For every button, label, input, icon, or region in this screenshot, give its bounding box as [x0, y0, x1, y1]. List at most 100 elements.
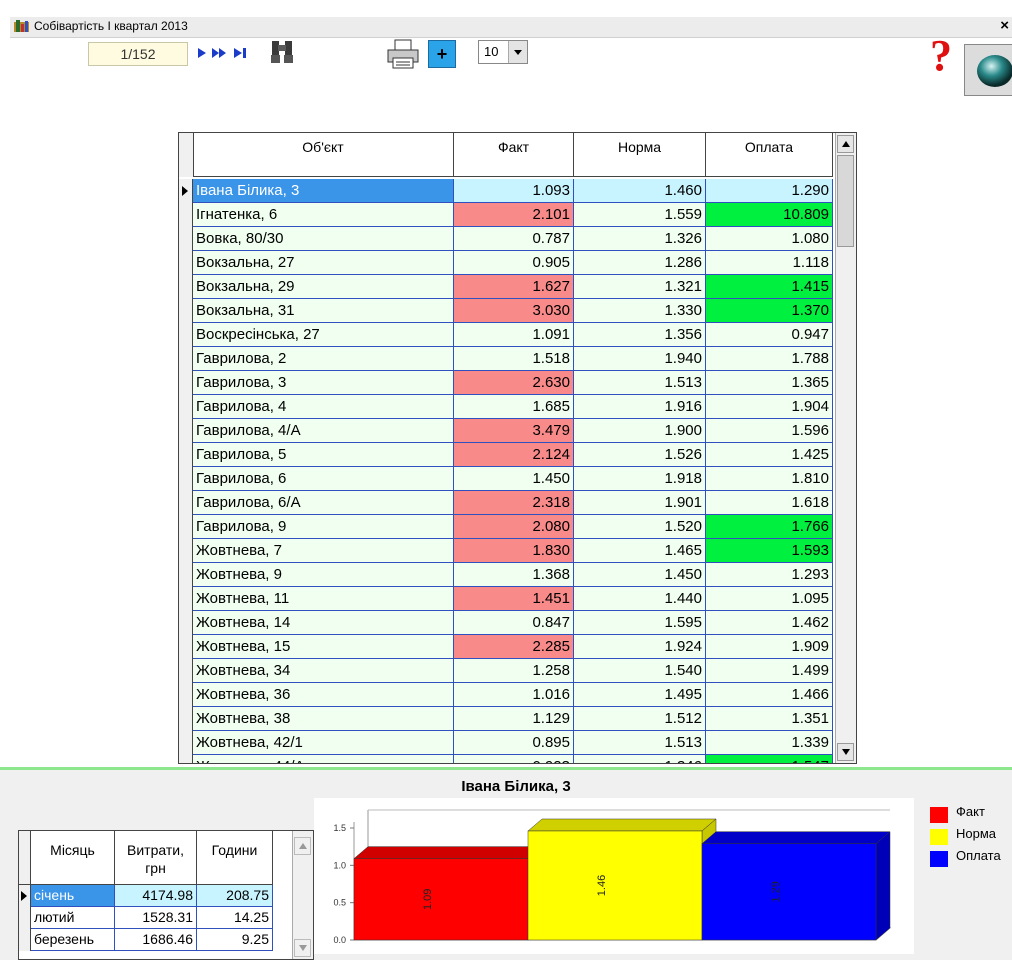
cell-fact[interactable]: 1.091 [454, 323, 574, 347]
cell-hours[interactable]: 208.75 [197, 885, 273, 907]
cell-fact[interactable]: 1.450 [454, 467, 574, 491]
column-header-fact[interactable]: Факт [454, 133, 574, 177]
cell-norm[interactable]: 1.900 [574, 419, 706, 443]
table-row[interactable]: Жовтнева, 15 2.285 1.924 1.909 [179, 635, 839, 659]
cell-payment[interactable]: 1.293 [706, 563, 833, 587]
cell-object[interactable]: Вовка, 80/30 [193, 227, 454, 251]
cost-table[interactable]: Об'єкт Факт Норма Оплата Івана Білика, 3… [178, 132, 857, 764]
orb-button[interactable] [964, 44, 1012, 96]
cell-payment[interactable]: 1.095 [706, 587, 833, 611]
cell-norm[interactable]: 1.512 [574, 707, 706, 731]
table-row[interactable]: Івана Білика, 3 1.093 1.460 1.290 [179, 179, 839, 203]
cell-object[interactable]: Жовтнева, 11 [193, 587, 454, 611]
table-row[interactable]: Воскресінська, 27 1.091 1.356 0.947 [179, 323, 839, 347]
cell-fact[interactable]: 1.685 [454, 395, 574, 419]
cell-norm[interactable]: 1.450 [574, 563, 706, 587]
row-indicator[interactable] [179, 731, 193, 755]
table-row[interactable]: Гаврилова, 6 1.450 1.918 1.810 [179, 467, 839, 491]
cell-payment[interactable]: 10.809 [706, 203, 833, 227]
table-row[interactable]: Ігнатенка, 6 2.101 1.559 10.809 [179, 203, 839, 227]
cell-object[interactable]: Вокзальна, 29 [193, 275, 454, 299]
table-row[interactable]: Вокзальна, 29 1.627 1.321 1.415 [179, 275, 839, 299]
column-header-hours[interactable]: Години [197, 831, 273, 885]
cell-norm[interactable]: 1.916 [574, 395, 706, 419]
cell-fact[interactable]: 2.285 [454, 635, 574, 659]
row-indicator[interactable] [179, 203, 193, 227]
cell-fact[interactable]: 0.923 [454, 755, 574, 763]
cell-object[interactable]: Жовтнева, 34 [193, 659, 454, 683]
cell-payment[interactable]: 1.339 [706, 731, 833, 755]
cell-fact[interactable]: 1.451 [454, 587, 574, 611]
scroll-up-button[interactable] [294, 837, 311, 855]
scroll-up-button[interactable] [837, 135, 854, 153]
row-indicator[interactable] [19, 929, 31, 951]
rows-per-page-select[interactable]: 10 [478, 40, 528, 64]
cell-payment[interactable]: 1.415 [706, 275, 833, 299]
table-row[interactable]: Гаврилова, 4 1.685 1.916 1.904 [179, 395, 839, 419]
row-indicator[interactable] [179, 371, 193, 395]
cell-month[interactable]: січень [31, 885, 115, 907]
cell-payment[interactable]: 1.351 [706, 707, 833, 731]
cell-payment[interactable]: 0.947 [706, 323, 833, 347]
row-indicator[interactable] [179, 467, 193, 491]
cell-payment[interactable]: 1.499 [706, 659, 833, 683]
cell-object[interactable]: Жовтнева, 44/А [193, 755, 454, 763]
cell-norm[interactable]: 1.520 [574, 515, 706, 539]
cell-object[interactable]: Гаврилова, 6/А [193, 491, 454, 515]
row-indicator[interactable] [179, 635, 193, 659]
help-icon[interactable]: ? [928, 32, 956, 78]
cell-object[interactable]: Гаврилова, 5 [193, 443, 454, 467]
cell-object[interactable]: Воскресінська, 27 [193, 323, 454, 347]
cell-payment[interactable]: 1.080 [706, 227, 833, 251]
cell-object[interactable]: Гаврилова, 4/А [193, 419, 454, 443]
cell-cost[interactable]: 1528.31 [115, 907, 197, 929]
month-table[interactable]: Місяць Витрати, грн Години січень 4174.98… [18, 830, 314, 960]
row-indicator[interactable] [179, 491, 193, 515]
row-indicator[interactable] [179, 563, 193, 587]
cell-norm[interactable]: 1.901 [574, 491, 706, 515]
cell-hours[interactable]: 14.25 [197, 907, 273, 929]
cell-object[interactable]: Івана Білика, 3 [193, 179, 454, 203]
cell-fact[interactable]: 2.080 [454, 515, 574, 539]
table-row[interactable]: Жовтнева, 11 1.451 1.440 1.095 [179, 587, 839, 611]
page-counter[interactable]: 1/152 [88, 42, 188, 66]
cell-norm[interactable]: 1.440 [574, 587, 706, 611]
table-row[interactable]: Гаврилова, 4/А 3.479 1.900 1.596 [179, 419, 839, 443]
printer-icon[interactable] [385, 38, 421, 70]
cell-payment[interactable]: 1.365 [706, 371, 833, 395]
cell-norm[interactable]: 1.513 [574, 731, 706, 755]
table-row[interactable]: Гаврилова, 6/А 2.318 1.901 1.618 [179, 491, 839, 515]
cell-object[interactable]: Гаврилова, 4 [193, 395, 454, 419]
cell-cost[interactable]: 4174.98 [115, 885, 197, 907]
row-indicator[interactable] [179, 323, 193, 347]
cell-fact[interactable]: 1.518 [454, 347, 574, 371]
row-indicator[interactable] [19, 907, 31, 929]
cell-fact[interactable]: 1.016 [454, 683, 574, 707]
vertical-scrollbar[interactable] [835, 133, 856, 763]
table-row[interactable]: Жовтнева, 44/А0.9231.3461.547 [179, 755, 839, 763]
table-row[interactable]: Вокзальна, 27 0.905 1.286 1.118 [179, 251, 839, 275]
cell-fact[interactable]: 0.787 [454, 227, 574, 251]
cell-object[interactable]: Гаврилова, 3 [193, 371, 454, 395]
row-indicator[interactable] [179, 611, 193, 635]
cell-object[interactable]: Жовтнева, 7 [193, 539, 454, 563]
cell-cost[interactable]: 1686.46 [115, 929, 197, 951]
cell-fact[interactable]: 3.479 [454, 419, 574, 443]
table-row[interactable]: Жовтнева, 42/1 0.895 1.513 1.339 [179, 731, 839, 755]
table-row[interactable]: Гаврилова, 3 2.630 1.513 1.365 [179, 371, 839, 395]
cell-payment[interactable]: 1.290 [706, 179, 833, 203]
row-indicator[interactable] [179, 515, 193, 539]
column-header-payment[interactable]: Оплата [706, 133, 833, 177]
cell-fact[interactable]: 1.627 [454, 275, 574, 299]
cell-payment[interactable]: 1.547 [706, 755, 833, 763]
cell-month[interactable]: лютий [31, 907, 115, 929]
cell-object[interactable]: Ігнатенка, 6 [193, 203, 454, 227]
cell-payment[interactable]: 1.462 [706, 611, 833, 635]
cell-payment[interactable]: 1.118 [706, 251, 833, 275]
row-indicator[interactable] [179, 299, 193, 323]
cell-payment[interactable]: 1.904 [706, 395, 833, 419]
cell-fact[interactable]: 2.124 [454, 443, 574, 467]
cell-fact[interactable]: 1.830 [454, 539, 574, 563]
table-row[interactable]: Жовтнева, 7 1.830 1.465 1.593 [179, 539, 839, 563]
table-row[interactable]: Вовка, 80/30 0.787 1.326 1.080 [179, 227, 839, 251]
